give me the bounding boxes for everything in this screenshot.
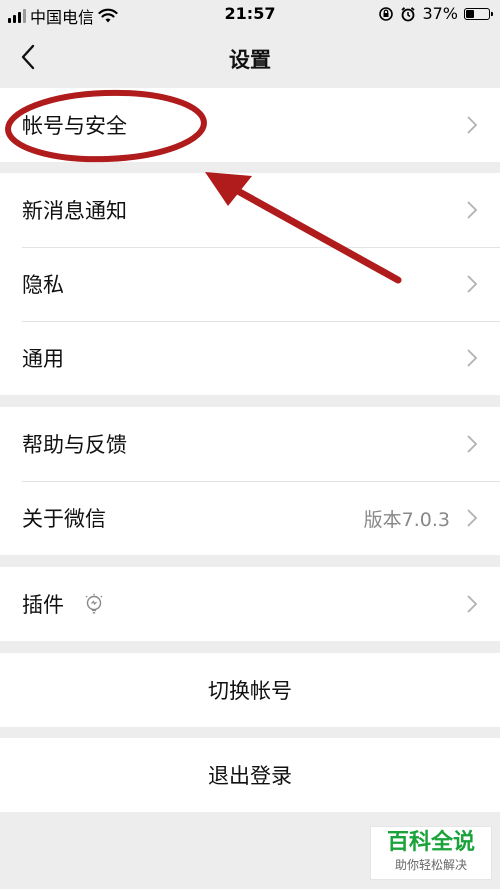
switch-account-group: 切换帐号	[0, 653, 500, 727]
watermark-logo: 百科全说 助你轻松解决	[370, 826, 492, 880]
logout-group: 退出登录	[0, 738, 500, 812]
chevron-right-icon	[467, 116, 478, 134]
battery-percent: 37%	[422, 4, 458, 23]
settings-item-label: 帮助与反馈	[22, 433, 127, 457]
version-value: 版本7.0.3	[363, 508, 450, 531]
chevron-right-icon	[467, 595, 478, 613]
settings-item-privacy[interactable]: 隐私	[0, 247, 500, 321]
settings-group-plugins: 插件	[0, 567, 500, 641]
switch-account-label: 切换帐号	[208, 679, 292, 703]
settings-item-help-feedback[interactable]: 帮助与反馈	[0, 407, 500, 481]
settings-item-label: 插件	[22, 593, 64, 617]
logout-label: 退出登录	[208, 764, 292, 788]
nav-bar: 设置	[0, 30, 500, 86]
watermark-main: 百科全说	[386, 830, 475, 855]
rotation-lock-icon	[379, 6, 394, 21]
battery-fill	[466, 9, 474, 18]
watermark-sub: 助你轻松解决	[394, 858, 467, 872]
settings-group-general: 新消息通知 隐私 通用	[0, 173, 500, 395]
chevron-right-icon	[467, 201, 478, 219]
status-bar: 中国电信 21:57 37%	[0, 0, 500, 30]
battery-icon	[464, 7, 493, 20]
settings-item-account-security[interactable]: 帐号与安全	[0, 88, 500, 162]
settings-item-general[interactable]: 通用	[0, 321, 500, 395]
status-right: 37%	[378, 4, 493, 23]
settings-item-notifications[interactable]: 新消息通知	[0, 173, 500, 247]
settings-item-label: 帐号与安全	[22, 114, 127, 138]
page-title: 设置	[229, 48, 271, 72]
settings-group-help: 帮助与反馈 关于微信 版本7.0.3	[0, 407, 500, 555]
lightbulb-icon	[85, 593, 103, 614]
chevron-right-icon	[467, 275, 478, 293]
settings-item-label: 新消息通知	[22, 199, 127, 223]
switch-account-button[interactable]: 切换帐号	[0, 653, 500, 727]
settings-item-label: 通用	[22, 347, 64, 371]
settings-group-account: 帐号与安全	[0, 88, 500, 162]
settings-item-label: 隐私	[22, 273, 64, 297]
settings-item-label: 关于微信	[22, 507, 106, 531]
alarm-icon	[401, 6, 416, 21]
chevron-right-icon	[467, 509, 478, 527]
settings-item-about[interactable]: 关于微信 版本7.0.3	[0, 481, 500, 555]
logout-button[interactable]: 退出登录	[0, 738, 500, 812]
settings-item-plugins[interactable]: 插件	[0, 567, 500, 641]
chevron-right-icon	[467, 349, 478, 367]
chevron-right-icon	[467, 435, 478, 453]
